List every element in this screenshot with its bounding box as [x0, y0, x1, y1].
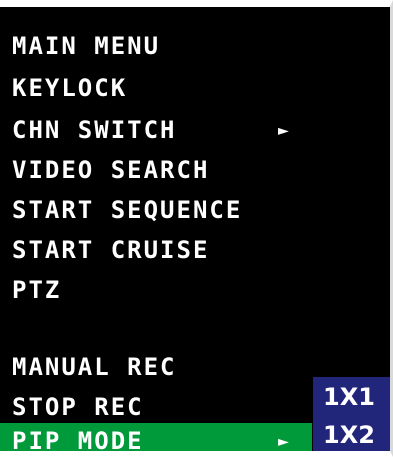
pip-mode-submenu: 1X1 1X2	[313, 377, 390, 451]
menu-item-label: CHN SWITCH	[12, 116, 177, 144]
submenu-item-label: 1X2	[323, 421, 375, 449]
submenu-item-1x2[interactable]: 1X2	[313, 417, 390, 451]
menu-item-label: PTZ	[12, 276, 62, 304]
menu-item-manual-rec[interactable]: MANUAL REC	[0, 349, 312, 386]
menu-item-label: START SEQUENCE	[12, 196, 243, 224]
menu-item-stop-rec[interactable]: STOP REC	[0, 389, 312, 426]
right-triangle-icon: ►	[278, 431, 289, 452]
menu-item-label: KEYLOCK	[12, 74, 128, 102]
context-menu: MAIN MENU KEYLOCK CHN SWITCH ► VIDEO SEA…	[0, 7, 312, 451]
menu-item-label: MAIN MENU	[12, 32, 161, 60]
menu-item-start-sequence[interactable]: START SEQUENCE	[0, 192, 312, 229]
menu-item-label: STOP REC	[12, 393, 144, 421]
menu-item-pip-mode[interactable]: PIP MODE ►	[0, 423, 312, 455]
dvr-screen: MAIN MENU KEYLOCK CHN SWITCH ► VIDEO SEA…	[0, 0, 393, 457]
right-triangle-icon: ►	[278, 120, 289, 141]
menu-item-video-search[interactable]: VIDEO SEARCH	[0, 152, 312, 189]
menu-item-ptz[interactable]: PTZ	[0, 272, 312, 309]
menu-item-label: VIDEO SEARCH	[12, 156, 210, 184]
menu-item-label: MANUAL REC	[12, 353, 177, 381]
menu-item-start-cruise[interactable]: START CRUISE	[0, 232, 312, 269]
menu-item-chn-switch[interactable]: CHN SWITCH ►	[0, 112, 312, 149]
submenu-item-1x1[interactable]: 1X1	[313, 379, 390, 416]
menu-item-label: PIP MODE	[12, 427, 144, 455]
menu-item-keylock[interactable]: KEYLOCK	[0, 70, 312, 107]
menu-item-main-menu[interactable]: MAIN MENU	[0, 28, 312, 65]
menu-item-label: START CRUISE	[12, 236, 210, 264]
submenu-item-label: 1X1	[323, 383, 375, 411]
